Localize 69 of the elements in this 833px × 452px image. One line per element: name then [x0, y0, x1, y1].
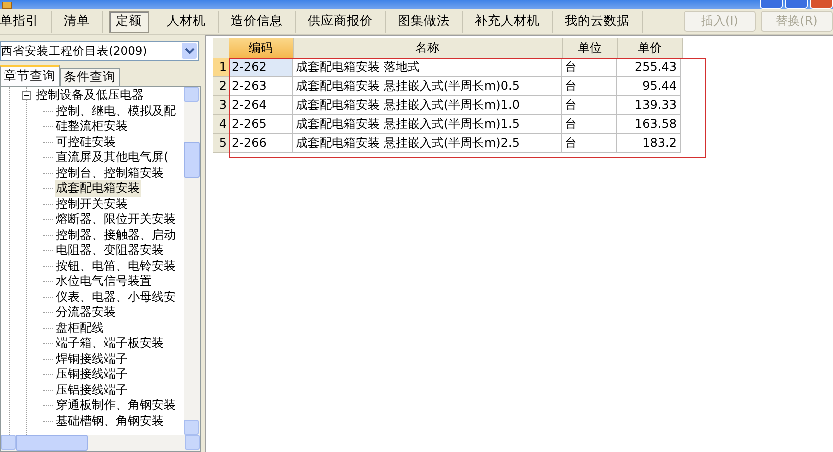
column-header[interactable]: 单位 — [562, 38, 618, 58]
tab[interactable]: 条件查询 — [60, 68, 120, 86]
tab[interactable]: 清单 — [52, 10, 103, 32]
table-cell: 台 — [562, 134, 617, 153]
table-cell: 台 — [562, 77, 617, 96]
tree-item[interactable]: 控制开关安装 — [55, 196, 129, 213]
tree-item[interactable]: 控制器、接触器、启动 — [55, 226, 177, 244]
app-icon — [2, 2, 12, 9]
tab[interactable]: 定额 — [109, 10, 149, 32]
table-cell: 台 — [562, 115, 617, 134]
tree-item[interactable]: 熔断器、限位开关安装 — [55, 211, 177, 228]
library-dropdown[interactable]: 西省安装工程价目表(2009) — [0, 41, 199, 61]
row-number: 4 — [213, 115, 229, 134]
table-cell: 成套配电箱安装 悬挂嵌入式(半周长m)0.5 — [293, 77, 562, 96]
tree-item[interactable]: 硅整流柜安装 — [55, 118, 129, 136]
vertical-scrollbar[interactable] — [184, 87, 200, 435]
tree-item[interactable]: 压铜接线端子 — [55, 366, 129, 384]
column-header[interactable]: 名称 — [294, 38, 562, 58]
tree-item[interactable]: 电阻器、变阻器安装 — [55, 242, 165, 260]
tree-item[interactable]: 控制设备及低压电器 — [35, 87, 145, 104]
tree-item[interactable]: 焊铜接线端子 — [55, 350, 129, 368]
tab[interactable]: 单指引 — [0, 10, 52, 32]
table-cell: 成套配电箱安装 落地式 — [293, 58, 562, 77]
table-cell: 139.33 — [617, 96, 681, 115]
row-number: 3 — [213, 96, 229, 115]
table-cell: 95.44 — [617, 77, 681, 96]
tree-item[interactable]: 基础槽钢、角钢安装 — [55, 412, 165, 430]
tree-item[interactable]: 盘柜配线 — [55, 320, 105, 337]
tree-item[interactable]: 可控硅安装 — [55, 134, 117, 151]
row-number: 5 — [213, 134, 229, 153]
row-number: 2 — [213, 77, 229, 96]
tree-item[interactable]: 按钮、电笛、电铃安装 — [55, 258, 177, 275]
column-header[interactable]: 编码 — [228, 38, 294, 58]
tree-item[interactable]: 成套配电箱安装 — [55, 180, 141, 198]
maximize-button[interactable] — [785, 0, 808, 9]
tab[interactable]: 人材机 — [155, 10, 219, 32]
collapse-icon[interactable] — [22, 91, 31, 100]
tree-item[interactable]: 压铝接线端子 — [55, 382, 129, 399]
table-cell: 台 — [562, 96, 617, 115]
tree-item[interactable]: 控制台、控制箱安装 — [55, 164, 165, 182]
table-cell: 2-264 — [229, 96, 293, 115]
tree-item[interactable]: 端子箱、端子板安装 — [55, 335, 165, 352]
tree-item[interactable]: 仪表、电器、小母线安 — [55, 288, 177, 306]
tab[interactable]: 我的云数据 — [553, 10, 643, 32]
table-cell: 台 — [562, 58, 617, 77]
tree-item[interactable]: 穿通板制作、角钢安装 — [55, 397, 177, 414]
tab[interactable]: 造价信息 — [219, 10, 296, 32]
tab[interactable]: 图集做法 — [386, 10, 463, 32]
table-cell: 2-266 — [229, 134, 293, 153]
row-number: 1 — [213, 58, 229, 77]
tab[interactable]: 章节查询 — [0, 65, 60, 86]
table-cell: 163.58 — [617, 115, 681, 134]
tree-item[interactable]: 控制、继电、模拟及配 — [55, 102, 177, 120]
table-cell: 2-265 — [229, 115, 293, 134]
tree-item[interactable]: 直流屏及其他电气屏( — [55, 149, 170, 166]
table-cell: 成套配电箱安装 悬挂嵌入式(半周长m)1.0 — [293, 96, 562, 115]
table-cell: 183.2 — [617, 134, 681, 153]
tree-item[interactable]: 分流器安装 — [55, 304, 117, 322]
table-cell: 2-263 — [229, 77, 293, 96]
tab[interactable]: 补充人材机 — [463, 10, 553, 32]
close-button[interactable] — [810, 0, 833, 9]
horizontal-scrollbar[interactable] — [1, 435, 200, 451]
tree-item[interactable]: 水位电气信号装置 — [55, 273, 153, 290]
table-cell: 成套配电箱安装 悬挂嵌入式(半周长m)1.5 — [293, 115, 562, 134]
table-cell: 2-262 — [229, 58, 293, 77]
table-cell: 255.43 — [617, 58, 681, 77]
table-cell: 成套配电箱安装 悬挂嵌入式(半周长m)2.5 — [293, 134, 562, 153]
tab[interactable]: 供应商报价 — [296, 10, 386, 32]
minimize-button[interactable] — [760, 0, 783, 9]
